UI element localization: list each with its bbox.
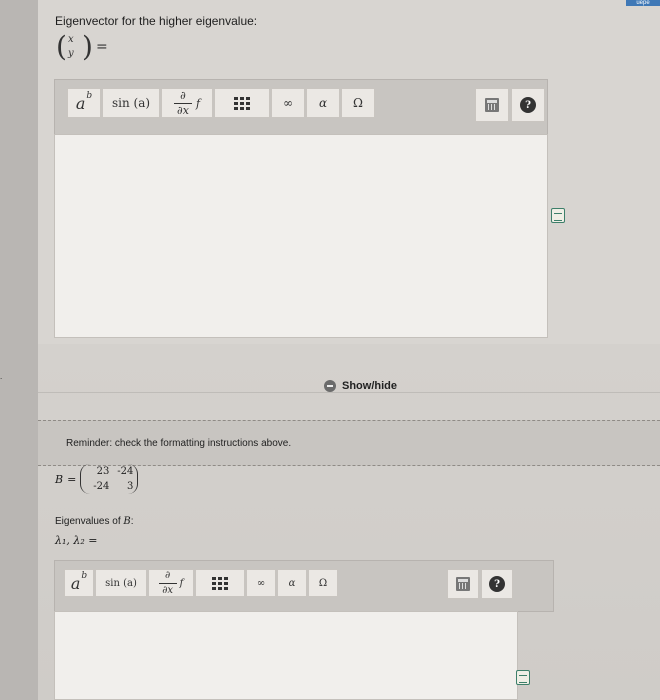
sin-button[interactable]: sin (a) — [102, 88, 160, 118]
help-button[interactable]: ? — [511, 88, 545, 122]
matrix-values: 23 -24 -24 3 — [80, 464, 139, 494]
grade-button-2[interactable] — [447, 569, 479, 599]
alpha-button[interactable]: α — [306, 88, 340, 118]
eigenvalues-colon: : — [130, 516, 134, 527]
derivative-f: f — [195, 96, 201, 110]
show-hide-label: Show/hide — [342, 380, 397, 392]
derivative-fraction: ∂ ∂x — [173, 88, 192, 117]
derivative-f-2: f — [179, 577, 184, 589]
power-base: a — [75, 93, 86, 113]
matrix-cell: 3 — [126, 481, 134, 492]
eigenvalues-text: Eigenvalues of — [55, 516, 121, 527]
fraction-bar-2 — [158, 582, 177, 584]
omega-button-2[interactable]: Ω — [308, 569, 338, 597]
matrix-equals: = — [67, 472, 77, 486]
show-hide-toggle[interactable]: Show/hide — [324, 380, 397, 392]
matrix-icon-2 — [212, 576, 228, 590]
power-exponent: b — [86, 91, 93, 101]
derivative-top-2: ∂ — [165, 569, 171, 581]
matrix-icon — [234, 96, 250, 110]
matrix-cell: -24 — [93, 481, 110, 492]
vector-right-paren: ) — [82, 30, 93, 63]
derivative-button-2[interactable]: ∂ ∂x f — [148, 569, 194, 597]
notes-icon-1[interactable] — [551, 208, 565, 223]
derivative-button[interactable]: ∂ ∂x f — [161, 88, 213, 118]
vector-equals: = — [96, 39, 108, 55]
infinity-button-2[interactable]: ∞ — [246, 569, 276, 597]
grade-icon — [485, 98, 499, 112]
math-toolbar-2: ab sin (a) ∂ ∂x f ∞ α Ω ? — [54, 560, 554, 612]
power-button-2[interactable]: ab — [64, 569, 94, 597]
reminder-text: Reminder: check the formatting instructi… — [66, 437, 292, 449]
reminder-banner: Reminder: check the formatting instructi… — [38, 420, 660, 466]
answer-editor-1[interactable] — [54, 134, 548, 338]
derivative-fraction-2: ∂ ∂x — [158, 569, 177, 597]
collapse-icon — [324, 380, 336, 392]
help-icon-2: ? — [489, 576, 505, 592]
derivative-top: ∂ — [180, 88, 186, 102]
lambda-equation: λ₁, λ₂ = — [55, 534, 98, 547]
omega-button[interactable]: Ω — [341, 88, 375, 118]
section-mark: . — [0, 372, 3, 381]
power-base-2: a — [70, 573, 81, 593]
help-button-2[interactable]: ? — [481, 569, 513, 599]
derivative-bottom: ∂x — [177, 103, 189, 117]
power-button[interactable]: ab — [67, 88, 101, 118]
answer-editor-2[interactable] — [54, 611, 518, 700]
matrix-button[interactable] — [214, 88, 270, 118]
vector-y: y — [68, 48, 74, 59]
help-icon: ? — [520, 97, 536, 113]
section-divider — [38, 392, 660, 393]
alpha-button-2[interactable]: α — [277, 569, 307, 597]
math-toolbar-1: ab sin (a) ∂ ∂x f ∞ α Ω ? — [54, 79, 548, 135]
grade-icon-2 — [456, 577, 470, 591]
infinity-button[interactable]: ∞ — [271, 88, 305, 118]
eigenvalues-label: Eigenvalues of B: — [55, 516, 134, 527]
matrix-definition: B = 23 -24 -24 3 — [55, 464, 139, 494]
derivative-bottom-2: ∂x — [162, 584, 174, 596]
matrix-cell: 23 — [96, 466, 110, 477]
eigenvalues-var: B — [123, 516, 131, 527]
vector-left-paren: ( — [56, 30, 67, 63]
top-right-tab[interactable]: uepe — [626, 0, 660, 6]
power-exponent-2: b — [81, 571, 88, 581]
eigenvector-prompt: Eigenvector for the higher eigenvalue: — [55, 14, 258, 28]
matrix-button-2[interactable] — [195, 569, 245, 597]
matrix-cell: -24 — [117, 466, 134, 477]
grade-button[interactable] — [475, 88, 509, 122]
vector-x: x — [68, 34, 74, 45]
notes-icon-2[interactable] — [516, 670, 530, 685]
matrix-name: B — [55, 472, 64, 486]
sin-button-2[interactable]: sin (a) — [95, 569, 147, 597]
